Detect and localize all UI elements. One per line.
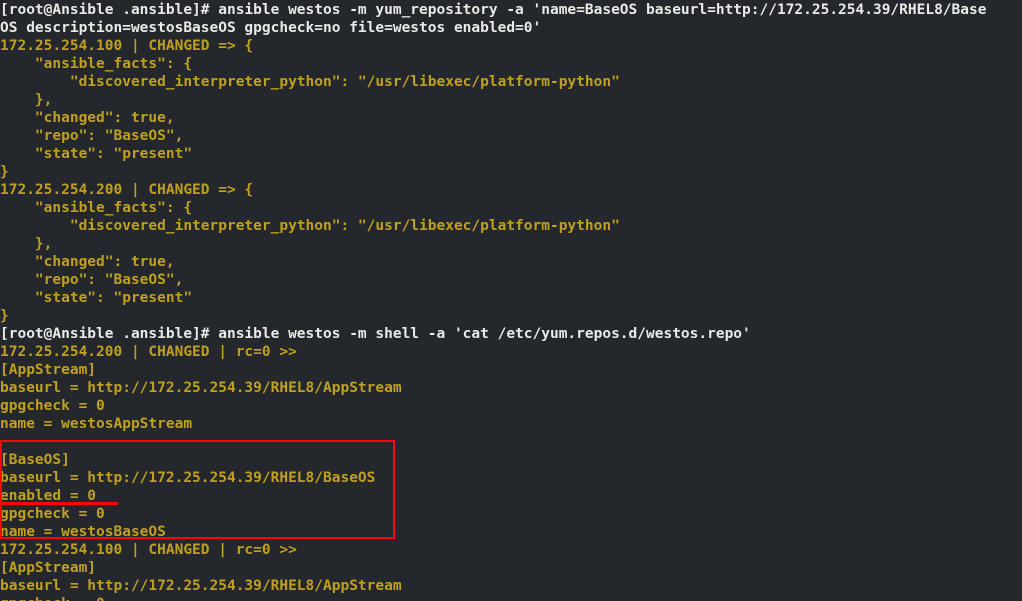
terminal-output-line: "discovered_interpreter_python": "/usr/l… xyxy=(0,74,620,90)
terminal-output-line: } xyxy=(0,308,9,324)
terminal-output-line: 172.25.254.100 | CHANGED | rc=0 >> xyxy=(0,542,297,558)
terminal-output-line: [AppStream] xyxy=(0,560,97,576)
terminal-output-line: [AppStream] xyxy=(0,362,97,378)
terminal-output-region: [root@Ansible .ansible]# ansible westos … xyxy=(0,0,1022,601)
terminal-window[interactable]: [root@Ansible .ansible]# ansible westos … xyxy=(0,0,1022,601)
terminal-output-line: "discovered_interpreter_python": "/usr/l… xyxy=(0,218,620,234)
terminal-output-line: }, xyxy=(0,92,53,108)
terminal-output-line: gpgcheck = 0 xyxy=(0,595,1022,601)
terminal-output-line: "changed": true, xyxy=(0,110,175,126)
terminal-command-line: [root@Ansible .ansible]# ansible westos … xyxy=(0,326,751,342)
terminal-output-line: baseurl = http://172.25.254.39/RHEL8/Bas… xyxy=(0,470,376,486)
terminal-command-line: OS description=westosBaseOS gpgcheck=no … xyxy=(0,20,542,36)
terminal-output-line: [BaseOS] xyxy=(0,452,70,468)
terminal-output-line: gpgcheck = 0 xyxy=(0,506,105,522)
terminal-output-line: "state": "present" xyxy=(0,146,193,162)
terminal-output-line: 172.25.254.200 | CHANGED => { xyxy=(0,182,254,198)
terminal-output-line: "changed": true, xyxy=(0,254,175,270)
terminal-output-line: "repo": "BaseOS", xyxy=(0,272,184,288)
terminal-output-line: gpgcheck = 0 xyxy=(0,398,105,414)
terminal-output-line: "ansible_facts": { xyxy=(0,56,193,72)
terminal-output-line: 172.25.254.200 | CHANGED | rc=0 >> xyxy=(0,344,297,360)
terminal-output-line: "ansible_facts": { xyxy=(0,200,193,216)
terminal-output-line: baseurl = http://172.25.254.39/RHEL8/App… xyxy=(0,578,402,594)
terminal-command-line: [root@Ansible .ansible]# ansible westos … xyxy=(0,2,987,18)
terminal-output-line: name = westosAppStream xyxy=(0,416,193,432)
terminal-output-line: 172.25.254.100 | CHANGED => { xyxy=(0,38,254,54)
terminal-output-line: } xyxy=(0,164,9,180)
terminal-output-line: }, xyxy=(0,236,53,252)
terminal-output-line: baseurl = http://172.25.254.39/RHEL8/App… xyxy=(0,380,402,396)
terminal-output-line: "repo": "BaseOS", xyxy=(0,128,184,144)
terminal-output-line: name = westosBaseOS xyxy=(0,524,166,540)
terminal-output-line: "state": "present" xyxy=(0,290,193,306)
terminal-output-line: enabled = 0 xyxy=(0,488,97,504)
